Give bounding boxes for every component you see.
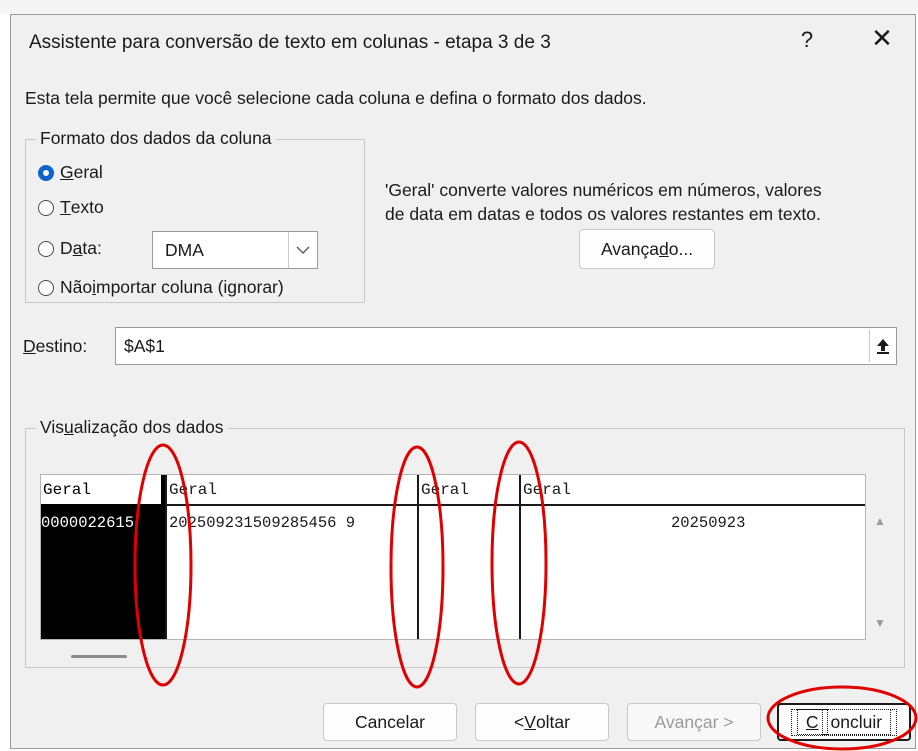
back-button-pre: < — [514, 711, 525, 732]
finish-button-key: C — [796, 708, 828, 735]
radio-nao-importar-label: mportar coluna (ignorar) — [96, 277, 284, 297]
radio-data-key: a — [72, 238, 83, 258]
next-button-disabled: Avançar > — [627, 703, 761, 741]
preview-column-3-header: Geral — [421, 481, 470, 499]
preview-column-4-header: Geral — [523, 481, 572, 499]
column-format-legend: Formato dos dados da coluna — [36, 128, 276, 149]
radio-texto[interactable]: Texto — [38, 197, 104, 218]
radio-nao-importar[interactable]: Não i mportar coluna (ignorar) — [38, 277, 284, 298]
date-format-select[interactable]: DMA — [152, 231, 318, 269]
preview-column-2-header: Geral — [169, 481, 218, 499]
destination-input[interactable]: $A$1 — [115, 327, 897, 365]
close-icon[interactable]: ✕ — [867, 23, 897, 54]
preview-column-2[interactable]: Geral 202509231509285456 9 — [167, 475, 419, 639]
preview-column-1-cell: 0000022615 — [41, 514, 135, 532]
advanced-button-key: d — [659, 238, 669, 259]
column-format-group: Formato dos dados da coluna Geral Texto … — [25, 128, 365, 303]
radio-texto-label: exto — [70, 197, 104, 217]
radio-data-indicator[interactable] — [38, 240, 54, 257]
scroll-down-icon[interactable]: ▼ — [874, 616, 886, 630]
data-preview-legend-rest: alização dos dados — [73, 417, 224, 437]
preview-column-3[interactable]: Geral — [419, 475, 521, 639]
preview-column-4-cell: 20250923 — [671, 514, 746, 532]
format-description-line1: 'Geral' converte valores numéricos em nú… — [385, 180, 822, 200]
preview-vertical-scrollbar[interactable]: ▲ ▼ — [866, 474, 896, 640]
collapse-dialog-button[interactable] — [869, 330, 896, 362]
format-description-line2: de data em datas e todos os valores rest… — [385, 204, 821, 224]
radio-geral-indicator[interactable] — [38, 164, 54, 181]
radio-data[interactable]: Da ta: — [38, 238, 102, 259]
finish-button-label: Concluir — [790, 708, 898, 736]
back-button-key: V — [524, 711, 536, 732]
advanced-button[interactable]: Avança d o... — [579, 229, 715, 269]
destination-label-rest: estino: — [35, 336, 88, 356]
preview-column-1[interactable]: Geral 0000022615 — [41, 475, 167, 639]
date-format-value: DMA — [165, 239, 204, 260]
dialog-title: Assistente para conversão de texto em co… — [29, 32, 551, 53]
radio-texto-indicator[interactable] — [38, 199, 54, 216]
data-preview-grid[interactable]: Geral 0000022615 Geral 20250923150928545… — [40, 474, 866, 640]
finish-button[interactable]: Concluir — [777, 703, 911, 741]
destination-label-key: D — [23, 336, 36, 356]
text-to-columns-dialog: Assistente para conversão de texto em co… — [10, 14, 916, 749]
preview-column-4[interactable]: Geral 20250923 — [521, 475, 865, 639]
format-description: 'Geral' converte valores numéricos em nú… — [385, 178, 905, 226]
destination-label: Destino: — [23, 336, 87, 357]
intro-text: Esta tela permite que você selecione cad… — [25, 88, 647, 108]
data-preview-legend: Visualização dos dados — [36, 417, 228, 438]
radio-texto-key: T — [60, 197, 71, 217]
back-button[interactable]: < Voltar — [475, 703, 609, 741]
preview-horizontal-scroll-thumb[interactable] — [71, 655, 127, 658]
scroll-up-icon[interactable]: ▲ — [874, 514, 886, 528]
upload-arrow-icon — [877, 339, 889, 354]
preview-column-1-header: Geral — [41, 475, 161, 504]
advanced-button-rest: o... — [668, 238, 694, 259]
help-icon[interactable]: ? — [795, 27, 819, 53]
preview-column-2-cell: 202509231509285456 9 — [169, 514, 356, 532]
radio-data-label: ta: — [82, 238, 102, 258]
spreadsheet-background — [0, 0, 918, 14]
radio-geral[interactable]: Geral — [38, 162, 103, 183]
radio-geral-key: G — [60, 162, 74, 182]
data-preview-legend-key: u — [64, 417, 74, 437]
finish-button-rest: oncluir — [821, 708, 892, 735]
advanced-button-pre: Avança — [600, 238, 659, 259]
radio-geral-label: eral — [73, 162, 103, 182]
radio-data-pre: D — [60, 238, 73, 258]
data-preview-legend-pre: Vis — [40, 417, 64, 437]
chevron-down-icon[interactable] — [288, 232, 317, 268]
back-button-rest: oltar — [535, 711, 570, 732]
radio-nao-importar-pre: Não — [60, 277, 93, 297]
cancel-button[interactable]: Cancelar — [323, 703, 457, 741]
radio-nao-importar-indicator[interactable] — [38, 279, 54, 296]
